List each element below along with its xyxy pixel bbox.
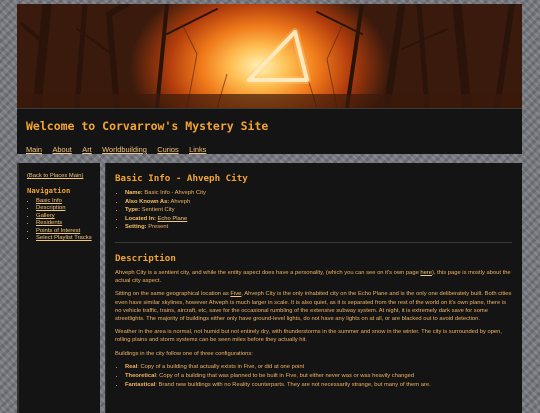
here-link[interactable]: here (420, 270, 432, 276)
sidebar-link-basic-info[interactable]: Basic Info (36, 198, 62, 204)
info-label: Located In: (125, 215, 156, 222)
config-text: : Copy of a building that actually exist… (137, 363, 305, 370)
configuration-list: Real: Copy of a building that actually e… (115, 363, 512, 391)
content-panel: Basic Info - Ahveph City Name: Basic Inf… (105, 163, 522, 413)
sidebar: (Back to Places Main) Navigation Basic I… (17, 163, 100, 413)
info-row-located: Located In: Echo Plane (125, 215, 512, 224)
sidebar-item-gallery: Gallery (36, 213, 94, 220)
sidebar-item-playlist: Select Playlist Tracks (36, 235, 94, 242)
info-value: Ahveph (170, 198, 191, 205)
info-value: Sentient City (141, 207, 175, 214)
nav-art-link[interactable]: Art (82, 145, 91, 154)
config-label: Fantastical (125, 382, 156, 389)
section-divider (115, 241, 512, 243)
config-item-theoretical: Theoretical: Copy of a building that was… (125, 372, 512, 381)
description-heading: Description (115, 252, 176, 264)
info-row-setting: Setting: Present (125, 223, 512, 232)
info-label: Setting: (125, 224, 147, 231)
back-to-places-link[interactable]: (Back to Places Main) (27, 173, 94, 179)
sidebar-item-points-of-interest: Points of Interest (36, 228, 94, 235)
description-paragraph-4: Buildings in the city follow one of thre… (115, 350, 253, 357)
basic-info-heading: Basic Info - Ahveph City (115, 173, 248, 184)
top-nav: Main About Art Worldbuilding Curios Link… (26, 139, 513, 157)
description-paragraph-3: Weather in the area is normal, not humid… (115, 329, 502, 344)
description-paragraph-1: Ahveph City is a sentient city, and whil… (115, 269, 512, 285)
info-label: Type: (125, 207, 141, 214)
sidebar-item-description: Description (36, 205, 94, 212)
site-title: Welcome to Corvarrow's Mystery Site (26, 119, 269, 133)
sidebar-heading: Navigation (27, 186, 71, 195)
nav-curios-link[interactable]: Curios (157, 145, 178, 154)
config-label: Theoretical (125, 373, 156, 379)
info-value: Present (148, 224, 169, 231)
nav-links-link[interactable]: Links (189, 145, 206, 154)
config-text: : Copy of a building that was planned to… (155, 373, 415, 379)
nav-worldbuilding-link[interactable]: Worldbuilding (102, 145, 147, 154)
sidebar-link-description[interactable]: Description (36, 205, 65, 211)
description-paragraph-2: Sitting on the same geographical locatio… (115, 290, 512, 323)
echo-plane-link[interactable]: Echo Plane (158, 216, 188, 222)
config-item-real: Real: Copy of a building that actually e… (125, 363, 512, 372)
page-wrapper: Welcome to Corvarrow's Mystery Site Main… (17, 4, 522, 413)
info-value: Basic Info - Ahveph City (144, 190, 206, 196)
site-header: Welcome to Corvarrow's Mystery Site Main… (17, 108, 522, 154)
config-label: Real (125, 363, 138, 370)
text-span: Sitting on the same geographical locatio… (115, 291, 231, 298)
config-text: : Brand new buildings with no Reality co… (155, 382, 431, 389)
forest-triangle-artwork (17, 4, 522, 108)
info-row-aka: Also Known As: Ahveph (125, 198, 512, 207)
sidebar-link-playlist[interactable]: Select Playlist Tracks (36, 235, 92, 241)
five-link[interactable]: Five (230, 291, 241, 297)
sidebar-nav-list: Basic Info Description Gallery Residents… (27, 198, 94, 242)
text-span: Ahveph City is a sentient city, and whil… (115, 269, 421, 276)
nav-about-link[interactable]: About (52, 145, 71, 154)
header-banner (17, 4, 522, 108)
main-area: (Back to Places Main) Navigation Basic I… (17, 163, 522, 413)
sidebar-item-basic-info: Basic Info (36, 198, 94, 205)
sidebar-link-points-of-interest[interactable]: Points of Interest (36, 228, 80, 234)
basic-info-list: Name: Basic Info - Ahveph City Also Know… (115, 189, 512, 232)
config-item-fantastical: Fantastical: Brand new buildings with no… (125, 381, 512, 390)
info-row-type: Type: Sentient City (125, 206, 512, 215)
sidebar-item-residents: Residents (36, 220, 94, 227)
sidebar-link-residents[interactable]: Residents (36, 220, 62, 226)
nav-main-link[interactable]: Main (26, 145, 42, 154)
info-label: Also Known As: (125, 198, 170, 205)
sidebar-link-gallery[interactable]: Gallery (36, 213, 55, 219)
info-row-name: Name: Basic Info - Ahveph City (125, 189, 512, 198)
info-label: Name: (125, 190, 143, 196)
